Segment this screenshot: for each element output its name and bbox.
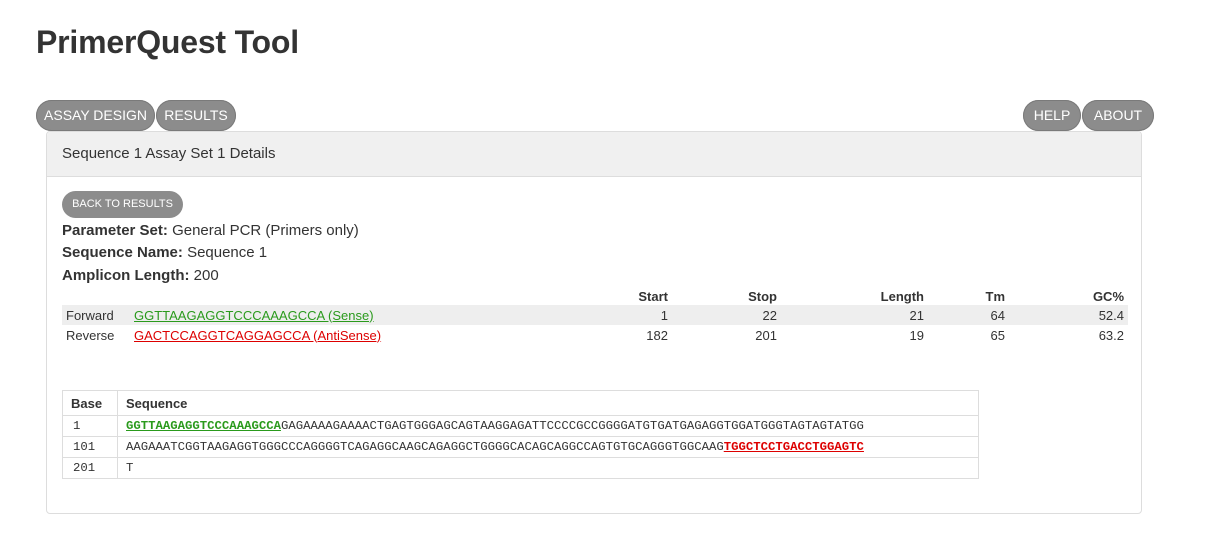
- panel-heading: Sequence 1 Assay Set 1 Details: [62, 145, 276, 162]
- primer-table: Start Stop Length Tm GC% Forward GGTTAAG…: [62, 287, 1128, 345]
- sequence-row: 201 T: [62, 457, 979, 479]
- base-index: 1: [62, 415, 118, 437]
- base-index: 201: [62, 457, 118, 479]
- primer-stop: 201: [755, 327, 777, 343]
- about-button[interactable]: ABOUT: [1082, 100, 1154, 131]
- forward-primer-link[interactable]: GGTTAAGAGGTCCCAAAGCCA (Sense): [134, 308, 374, 323]
- primer-type: Reverse: [66, 327, 115, 343]
- reverse-primer-link[interactable]: GACTCCAGGTCAGGAGCCA (AntiSense): [134, 328, 381, 343]
- sequence-header: Sequence: [117, 390, 979, 416]
- help-button[interactable]: HELP: [1023, 100, 1081, 131]
- length-header: Length: [880, 288, 924, 304]
- parameter-set-value: General PCR (Primers only): [172, 222, 359, 239]
- sequence-text: AAGAAATCGGTAAGAGGTGGGCCCAGGGGTCAGAGGCAAG…: [126, 440, 724, 454]
- primer-table-header: Start Stop Length Tm GC%: [62, 287, 1128, 305]
- primer-length: 21: [781, 305, 928, 325]
- forward-primer-highlight: GGTTAAGAGGTCCCAAAGCCA: [126, 419, 281, 433]
- sequence-table: Base Sequence 1 GGTTAAGAGGTCCCAAAGCCAGAG…: [62, 390, 979, 479]
- primer-tm: 64: [928, 305, 1009, 325]
- panel-header: Sequence 1 Assay Set 1 Details: [47, 132, 1141, 177]
- sequence-cell: T: [117, 457, 979, 479]
- sequence-text: T: [126, 461, 134, 475]
- back-to-results-button[interactable]: BACK TO RESULTS: [62, 191, 183, 218]
- parameter-set-label: Parameter Set:: [62, 222, 168, 239]
- start-header: Start: [638, 288, 668, 304]
- amplicon-length-label: Amplicon Length:: [62, 267, 190, 284]
- primer-stop: 22: [672, 305, 781, 325]
- reverse-primer-highlight: TGGCTCCTGACCTGGAGTC: [723, 440, 864, 454]
- sequence-name-label: Sequence Name:: [62, 244, 183, 261]
- sequence-text: GAGAAAAGAAAACTGAGTGGGAGCAGTAAGGAGATTCCCC…: [280, 419, 864, 433]
- sequence-name-value: Sequence 1: [187, 244, 268, 261]
- sequence-row: 1 GGTTAAGAGGTCCCAAAGCCAGAGAAAAGAAAACTGAG…: [62, 415, 979, 437]
- assay-details-panel: Sequence 1 Assay Set 1 Details BACK TO R…: [46, 131, 1142, 514]
- reverse-primer-row: Reverse GACTCCAGGTCAGGAGCCA (AntiSense) …: [62, 325, 1128, 345]
- amplicon-length: Amplicon Length: 200: [62, 267, 219, 284]
- sequence-table-header: Base Sequence: [62, 390, 979, 416]
- sequence-cell: AAGAAATCGGTAAGAGGTGGGCCCAGGGGTCAGAGGCAAG…: [117, 436, 979, 458]
- primer-gc: 63.2: [1098, 327, 1124, 343]
- amplicon-length-value: 200: [193, 267, 219, 284]
- forward-primer-row: Forward GGTTAAGAGGTCCCAAAGCCA (Sense) 1 …: [62, 305, 1128, 325]
- sequence-cell: GGTTAAGAGGTCCCAAAGCCAGAGAAAAGAAAACTGAGTG…: [117, 415, 979, 437]
- primer-gc: 52.4: [1009, 305, 1128, 325]
- base-header: Base: [62, 390, 118, 416]
- page-title: PrimerQuest Tool: [36, 24, 299, 60]
- base-index: 101: [62, 436, 118, 458]
- sequence-row: 101 AAGAAATCGGTAAGAGGTGGGCCCAGGGGTCAGAGG…: [62, 436, 979, 458]
- tm-header: Tm: [985, 288, 1006, 304]
- assay-design-tab[interactable]: ASSAY DESIGN: [36, 100, 155, 131]
- primer-tm: 65: [990, 327, 1005, 343]
- primer-length: 19: [909, 327, 924, 343]
- primer-start: 182: [646, 327, 668, 343]
- parameter-set: Parameter Set: General PCR (Primers only…: [62, 222, 359, 239]
- sequence-name: Sequence Name: Sequence 1: [62, 244, 267, 261]
- primer-type: Forward: [62, 305, 130, 325]
- results-tab[interactable]: RESULTS: [156, 100, 236, 131]
- primer-start: 1: [506, 305, 672, 325]
- gc-header: GC%: [1092, 288, 1124, 304]
- stop-header: Stop: [748, 288, 777, 304]
